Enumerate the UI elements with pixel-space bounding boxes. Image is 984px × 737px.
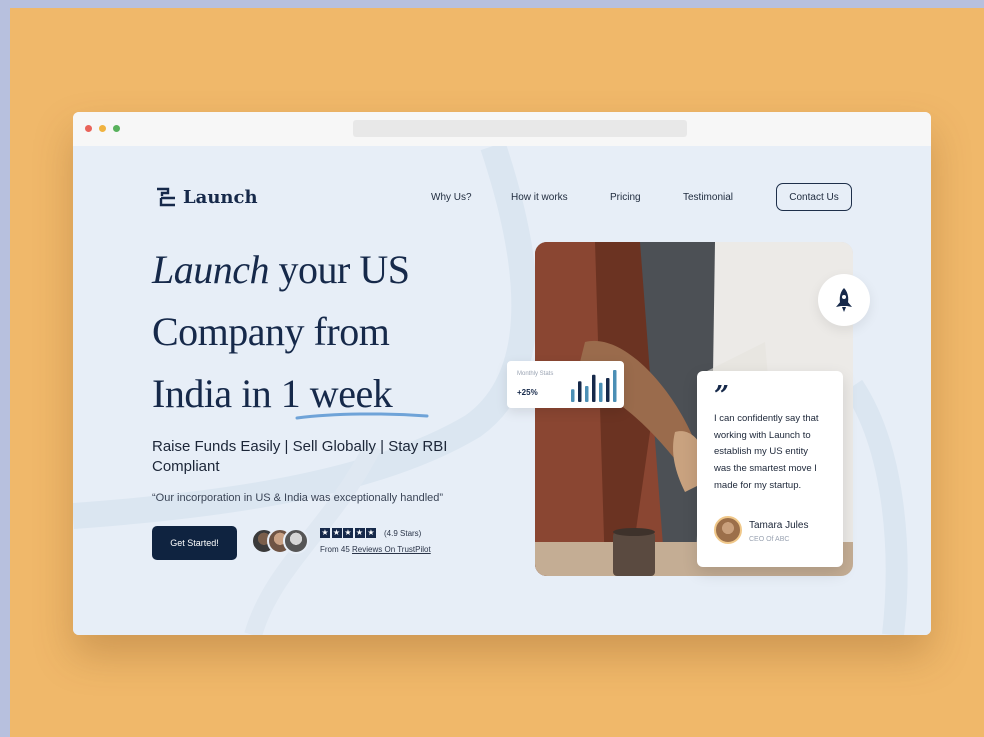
landing-page: Launch Why Us? How it works Pricing Test…	[73, 146, 931, 635]
hero-heading-line-1: Launch your US	[152, 246, 410, 293]
star-icon: ★	[354, 528, 365, 538]
stats-mini-bar-chart	[571, 370, 617, 402]
reviews-prefix: From 45	[320, 545, 353, 554]
hero-heading-italic: Launch	[152, 247, 270, 292]
hero-subheading: Raise Funds Easily | Sell Globally | Sta…	[152, 438, 448, 475]
rating-stars: ★ ★ ★ ★ ★	[320, 528, 378, 538]
testimonial-avatar	[714, 516, 742, 544]
stats-bar	[571, 389, 575, 402]
get-started-button[interactable]: Get Started!	[152, 526, 237, 560]
stats-bar	[599, 382, 603, 402]
stats-bar	[613, 370, 617, 402]
rocket-badge	[818, 274, 870, 326]
testimonial-role: CEO Of ABC	[749, 536, 790, 543]
nav-how-it-works[interactable]: How it works	[511, 192, 568, 203]
address-bar[interactable]	[353, 120, 687, 137]
reviewer-avatar	[283, 528, 309, 554]
testimonial-name: Tamara Jules	[749, 520, 809, 531]
hero-heading-line-1-rest: your US	[269, 247, 410, 292]
testimonial-text: I can confidently say that working with …	[714, 413, 819, 491]
browser-toolbar	[73, 112, 931, 146]
hero-quote: “Our incorporation in US & India was exc…	[152, 492, 444, 504]
stats-bar	[592, 374, 596, 402]
nav-testimonial[interactable]: Testimonial	[683, 192, 733, 203]
testimonial-card: ” I can confidently say that working wit…	[697, 371, 843, 567]
monthly-stats-card: Monthly Stats +25%	[507, 361, 624, 408]
star-icon: ★	[366, 528, 376, 538]
stats-value: +25%	[517, 388, 538, 397]
quote-mark-icon: ”	[714, 381, 729, 411]
stats-bar	[585, 386, 589, 402]
minimize-window-dot[interactable]	[99, 125, 106, 132]
contact-us-button[interactable]: Contact Us	[776, 183, 852, 211]
trustpilot-reviews-link[interactable]: Reviews On TrustPilot	[352, 545, 431, 554]
reviews-summary: From 45 Reviews On TrustPilot	[320, 545, 431, 554]
maximize-window-dot[interactable]	[113, 125, 120, 132]
brand-logo[interactable]: Launch	[155, 186, 258, 208]
rating-label: (4.9 Stars)	[384, 529, 422, 538]
brand-name: Launch	[183, 186, 258, 208]
heading-underline-swoosh	[295, 412, 429, 420]
close-window-dot[interactable]	[85, 125, 92, 132]
hero-heading-line-2: Company from	[152, 309, 390, 354]
nav-why-us[interactable]: Why Us?	[431, 192, 472, 203]
stats-bar	[578, 381, 582, 402]
star-icon: ★	[320, 528, 330, 538]
launch-logo-icon	[157, 187, 175, 207]
nav-pricing[interactable]: Pricing	[610, 192, 641, 203]
rocket-icon	[836, 288, 852, 312]
star-icon: ★	[331, 528, 342, 538]
star-icon: ★	[343, 528, 353, 538]
stats-bar	[606, 378, 610, 402]
browser-window: Launch Why Us? How it works Pricing Test…	[73, 112, 931, 635]
stats-label: Monthly Stats	[517, 371, 554, 377]
